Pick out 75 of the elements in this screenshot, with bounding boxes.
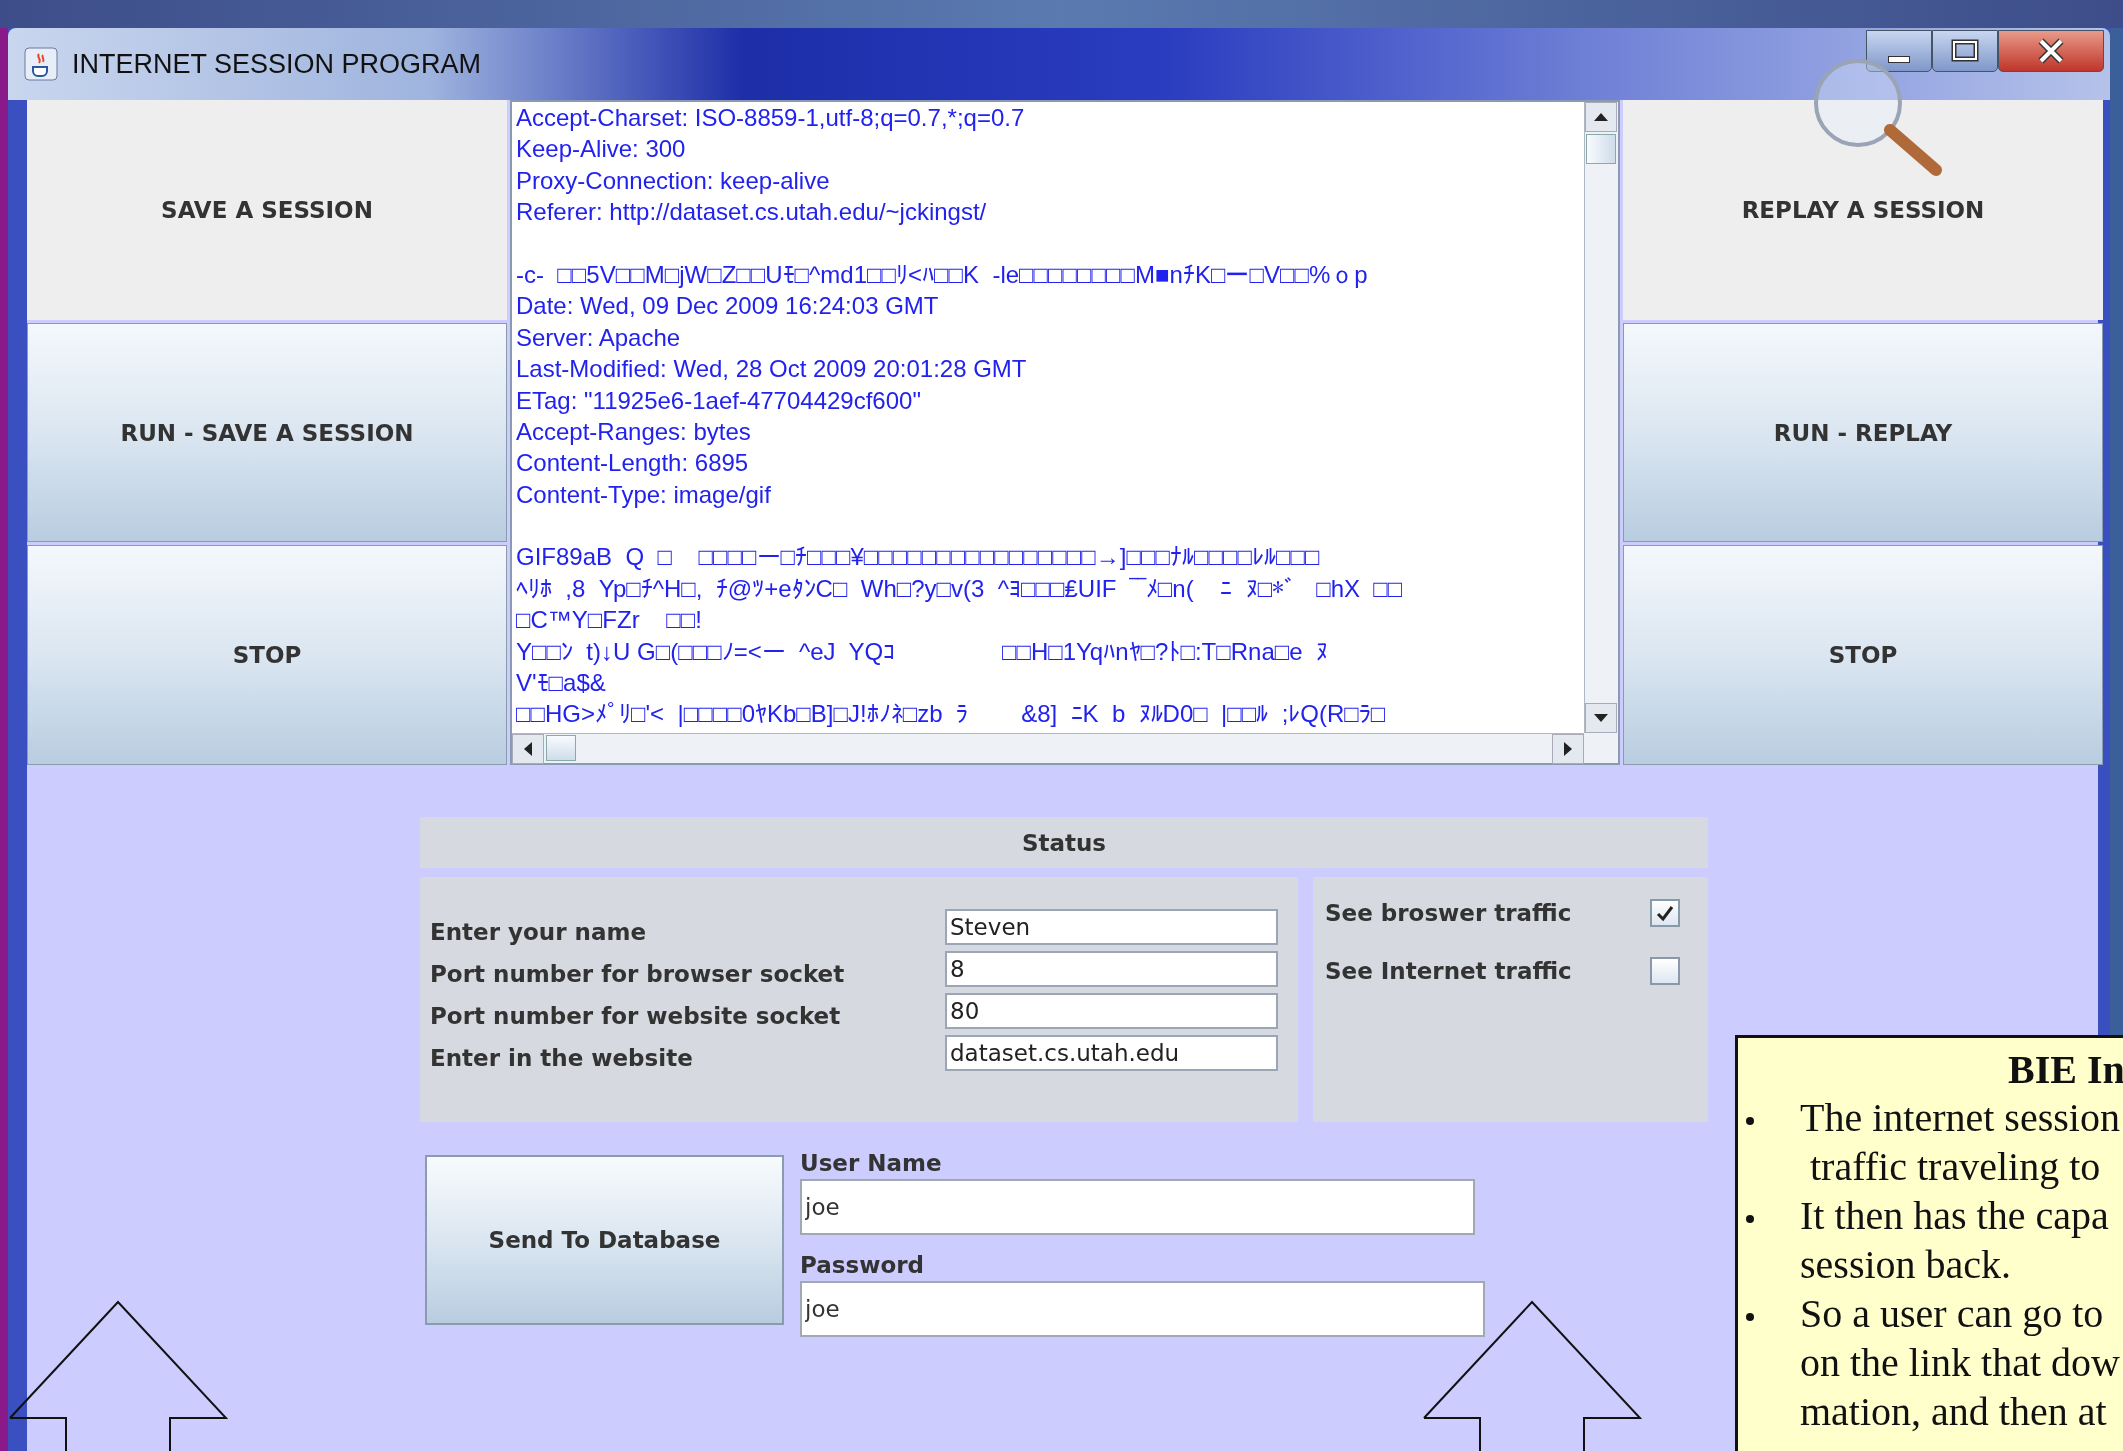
scrollbar-corner bbox=[1584, 733, 1618, 763]
input-field[interactable]: Steven bbox=[945, 909, 1278, 945]
checkbox-label: See broswer traffic bbox=[1325, 900, 1572, 926]
checkmark-icon bbox=[1655, 904, 1675, 922]
input-field[interactable]: 8 bbox=[945, 951, 1278, 987]
log-line: □C™Y□FZr □□! bbox=[516, 605, 703, 636]
vertical-scrollbar[interactable] bbox=[1584, 102, 1618, 733]
session-button[interactable]: RUN - REPLAY bbox=[1623, 322, 2103, 543]
minimize-button[interactable] bbox=[1866, 30, 1932, 72]
field-label: Password bbox=[800, 1251, 925, 1280]
down-triangle-icon bbox=[1593, 713, 1609, 723]
note-text: session back. bbox=[1800, 1241, 2013, 1289]
input-field[interactable]: 80 bbox=[945, 993, 1278, 1029]
note-text: traffic traveling to bbox=[1809, 1143, 2102, 1191]
scrollbar-thumb[interactable] bbox=[546, 735, 576, 761]
checkbox[interactable] bbox=[1650, 899, 1680, 927]
scroll-up-button[interactable] bbox=[1585, 102, 1617, 132]
input-field[interactable]: joe bbox=[800, 1281, 1485, 1337]
checkbox[interactable] bbox=[1650, 957, 1680, 985]
scroll-right-button[interactable] bbox=[1552, 734, 1584, 764]
send-to-database-button[interactable]: Send To Database bbox=[425, 1155, 784, 1325]
right-triangle-icon bbox=[1563, 741, 1573, 757]
maximize-button[interactable] bbox=[1932, 30, 1998, 72]
log-line: V'ﾓ□a$& bbox=[516, 668, 607, 699]
log-line: Y□□ﾝ t)↓U G□(□□□ﾉ=<ー ^eJ YQｺ □□H□1Yqﾊnﾔ□?ﾄ□:T□Rna□e ﾇ bbox=[516, 636, 1329, 667]
note-text: mation, and then at bbox=[1800, 1388, 2108, 1436]
minimize-icon bbox=[1888, 55, 1910, 63]
session-button[interactable]: STOP bbox=[27, 545, 507, 765]
log-line: □□HG>ﾒﾟﾘ□'< |□□□□0ﾔKb□B]□J!ﾎﾉﾈ□zb ﾗ &8] ﾆK b ﾇﾙD0□ |□□ﾙ ;ﾚQ(R□ﾗ□ bbox=[516, 699, 1387, 730]
maximize-icon bbox=[1951, 39, 1979, 63]
app-cup-icon bbox=[24, 47, 58, 81]
left-triangle-icon bbox=[523, 741, 533, 757]
up-triangle-icon bbox=[1593, 112, 1609, 122]
log-line: ﾍﾘﾎ ,8 Yp□ﾁ^H□, ﾁ@ﾂ+eﾀﾝC□ Wh□?y□v(3 ^ﾖ□□□₤UIF ‾‾ﾒ□n( ﾆ ﾇ□*ﾞ □hX □□ bbox=[516, 573, 1404, 604]
log-line: Content-Type: image/gif bbox=[516, 479, 772, 510]
bullet-icon bbox=[1746, 1117, 1754, 1125]
log-line: Proxy-Connection: keep-alive bbox=[516, 165, 831, 196]
log-line: -c- □□5V□□M□jW□Z□□Uﾓ□^md1□□ﾘ<ﾊ□□K -le□□□□□□□□M■nﾁK□ー□V□□%ｏp bbox=[516, 259, 1369, 290]
log-line: Accept-Charset: ISO-8859-1,utf-8;q=0.7,*;q=0.7 bbox=[516, 103, 1026, 133]
session-button[interactable]: STOP bbox=[1623, 545, 2103, 765]
log-line: Accept-Ranges: bytes bbox=[516, 416, 752, 447]
scroll-down-button[interactable] bbox=[1585, 703, 1617, 733]
log-line: Date: Wed, 09 Dec 2009 16:24:03 GMT bbox=[516, 291, 940, 322]
field-label: Port number for website socket bbox=[430, 1003, 842, 1029]
status-header: Status bbox=[420, 817, 1708, 868]
window-title: INTERNET SESSION PROGRAM bbox=[72, 48, 482, 80]
close-button[interactable] bbox=[1998, 30, 2104, 72]
log-line: Referer: http://dataset.cs.utah.edu/~jckingst/ bbox=[516, 197, 988, 228]
note-text: The internet session bbox=[1800, 1094, 2120, 1142]
session-button[interactable]: SAVE A SESSION bbox=[27, 100, 507, 320]
bullet-icon bbox=[1746, 1215, 1754, 1223]
input-field[interactable]: joe bbox=[800, 1179, 1475, 1235]
note-text: on the link that dow bbox=[1800, 1339, 2120, 1387]
magnifier-icon bbox=[1814, 59, 1942, 176]
log-line: Content-Length: 6895 bbox=[516, 448, 750, 479]
note-text: So a user can go to bbox=[1800, 1290, 2105, 1338]
field-label: Enter in the website bbox=[430, 1045, 694, 1071]
session-button[interactable]: REPLAY A SESSION bbox=[1623, 100, 2103, 320]
field-label: User Name bbox=[800, 1149, 943, 1178]
scroll-left-button[interactable] bbox=[512, 734, 544, 764]
bullet-icon bbox=[1746, 1313, 1754, 1321]
field-label: Port number for browser socket bbox=[430, 961, 846, 987]
input-field[interactable]: dataset.cs.utah.edu bbox=[945, 1035, 1278, 1071]
field-label: Enter your name bbox=[430, 919, 647, 945]
log-line: Keep-Alive: 300 bbox=[516, 134, 687, 165]
log-line: Server: Apache bbox=[516, 322, 682, 353]
note-text: It then has the capa bbox=[1800, 1192, 2109, 1240]
log-line: Last-Modified: Wed, 28 Oct 2009 20:01:28 GMT bbox=[516, 354, 1028, 385]
horizontal-scrollbar[interactable] bbox=[512, 733, 1584, 763]
log-line: GIF89aB Q □ □□□□ー□ﾁ□□□¥□□□□□□□□□□□□□□□□→]□□□ﾅﾙ□□□□ﾚﾙ□□□ bbox=[516, 542, 1321, 573]
close-icon bbox=[2036, 38, 2066, 64]
session-button[interactable]: RUN - SAVE A SESSION bbox=[27, 322, 507, 543]
checkbox-label: See Internet traffic bbox=[1325, 958, 1572, 984]
scrollbar-thumb[interactable] bbox=[1586, 134, 1616, 164]
log-line: ETag: "11925e6-1aef-47704429cf600" bbox=[516, 385, 922, 416]
